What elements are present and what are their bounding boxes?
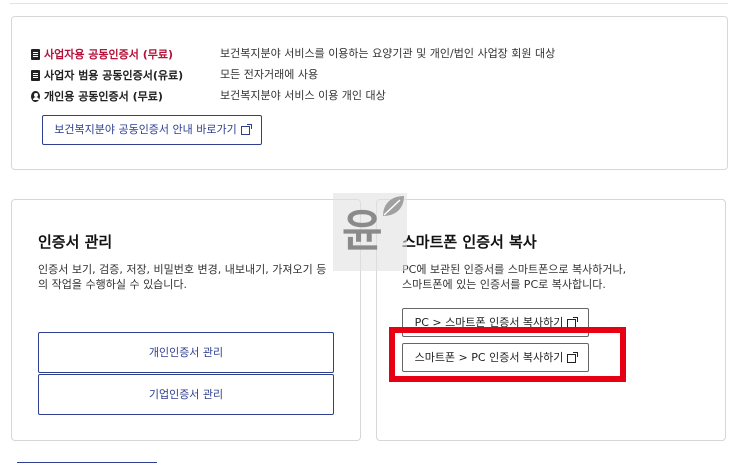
watermark-logo: 윤 (333, 193, 407, 271)
guide-button-label: 보건복지분야 공동인증서 안내 바로가기 (54, 123, 237, 136)
cert-row-business-free: 사업자용 공동인증서 (무료) (31, 46, 173, 62)
cert-row-personal-free: 개인용 공동인증서 (무료) (31, 88, 163, 104)
cert-name: 개인용 공동인증서 (무료) (44, 90, 163, 103)
cert-management-desc-line1: 인증서 보기, 검증, 저장, 비밀번호 변경, 내보내기, 가져오기 등 (38, 263, 327, 276)
user-circle-icon (31, 90, 40, 102)
leaf-icon (383, 196, 404, 216)
watermark-char: 윤 (342, 206, 383, 257)
cert-management-title: 인증서 관리 (38, 233, 113, 251)
top-divider (10, 0, 728, 4)
external-link-icon (240, 123, 252, 135)
cert-desc: 보건복지분야 서비스 이용 개인 대상 (220, 89, 386, 102)
cert-desc: 모든 전자거래에 사용 (220, 68, 319, 81)
document-icon (31, 69, 40, 81)
corporate-cert-manage-button[interactable]: 기업인증서 관리 (38, 374, 334, 415)
cert-desc: 보건복지분야 서비스를 이용하는 요양기관 및 개인/법인 사업장 회원 대상 (220, 47, 556, 60)
cert-row-business-paid: 사업자 범용 공동인증서(유료) (31, 67, 183, 83)
cert-management-desc-line2: 의 작업을 수행하실 수 있습니다. (38, 278, 188, 291)
cert-name: 사업자용 공동인증서 (무료) (44, 48, 174, 61)
smartphone-copy-title: 스마트폰 인증서 복사 (402, 233, 537, 251)
personal-cert-manage-button[interactable]: 개인인증서 관리 (38, 332, 334, 373)
red-highlight-box (389, 327, 626, 382)
smartphone-copy-desc-line2: 스마트폰에 있는 인증서를 PC로 복사합니다. (402, 278, 606, 291)
smartphone-copy-desc-line1: PC에 보관된 인증서를 스마트폰으로 복사하거나, (402, 263, 627, 276)
cert-guide-link-button[interactable]: 보건복지분야 공동인증서 안내 바로가기 (42, 115, 262, 145)
document-icon (31, 48, 40, 60)
cert-name: 사업자 범용 공동인증서(유료) (44, 69, 184, 82)
bottom-tab-edge (17, 462, 157, 468)
